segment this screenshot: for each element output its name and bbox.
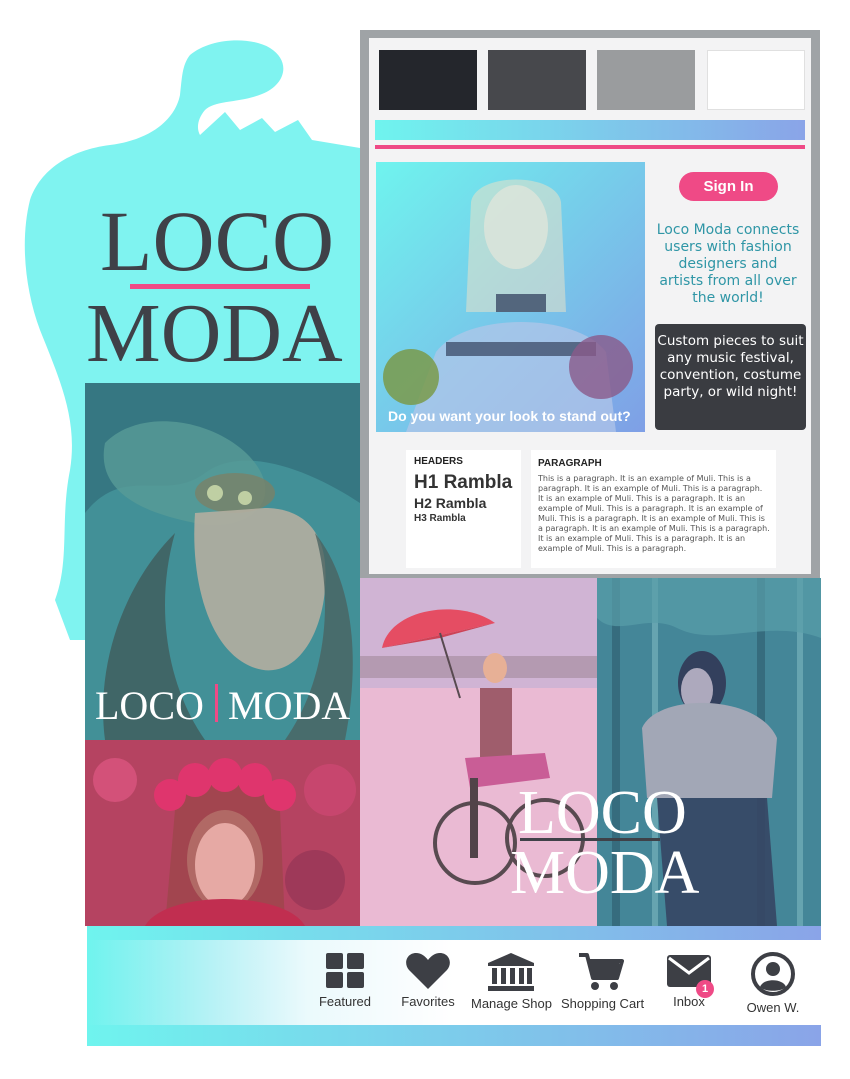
overlay-logo-loco: LOCO: [518, 779, 687, 847]
photo-flower-crown: [85, 740, 360, 926]
headers-title: HEADERS: [414, 456, 463, 467]
h1-sample: H1 Rambla: [414, 472, 513, 493]
bank-icon: [488, 953, 534, 991]
nav-favorites[interactable]: Favorites: [388, 952, 468, 1009]
hero-photo: [376, 162, 645, 432]
custom-pieces-text: Custom pieces to suit any music festival…: [657, 333, 804, 400]
nav-favorites-label: Favorites: [401, 994, 455, 1009]
color-swatch-white: [707, 50, 805, 110]
color-swatch-gray: [597, 50, 695, 110]
h3-sample: H3 Rambla: [414, 513, 466, 524]
logo-loco: LOCO: [100, 193, 335, 289]
photo-logo-separator: [215, 684, 218, 722]
grid-icon: [326, 953, 364, 988]
accent-line: [375, 145, 805, 149]
nav-user-label: Owen W.: [746, 1000, 800, 1015]
paragraph-sample: This is a paragraph. It is an example of…: [538, 474, 770, 553]
nav-shopping-cart[interactable]: Shopping Cart: [561, 952, 645, 1011]
nav-inbox[interactable]: Inbox: [649, 952, 729, 1009]
nav-featured[interactable]: Featured: [305, 952, 385, 1009]
nav-featured-label: Featured: [318, 994, 372, 1009]
hero-caption: Do you want your look to stand out?: [388, 408, 631, 424]
photo-logo-loco: LOCO: [95, 683, 204, 728]
h2-sample: H2 Rambla: [414, 495, 487, 511]
nav-user-profile[interactable]: Owen W.: [733, 952, 813, 1015]
user-icon: [751, 952, 795, 996]
nav-inbox-label: Inbox: [673, 994, 705, 1009]
nav-shopping-cart-label: Shopping Cart: [561, 996, 645, 1011]
inbox-count-badge: 1: [696, 980, 714, 998]
nav-manage-shop-label: Manage Shop: [471, 996, 552, 1011]
cart-icon: [579, 953, 624, 990]
sign-in-button[interactable]: Sign In: [679, 172, 778, 201]
color-swatch-charcoal: [488, 50, 586, 110]
paragraph-title: PARAGRAPH: [538, 458, 602, 469]
nav-manage-shop[interactable]: Manage Shop: [471, 952, 552, 1011]
photo-logo-moda: MODA: [228, 683, 351, 728]
color-swatch-dark: [379, 50, 477, 110]
logo-moda: MODA: [86, 287, 343, 380]
gradient-swatch: [375, 120, 805, 140]
heart-icon: [406, 953, 450, 989]
tagline-text: Loco Moda connects users with fashion de…: [656, 222, 800, 306]
overlay-logo-moda: MODA: [510, 839, 700, 907]
